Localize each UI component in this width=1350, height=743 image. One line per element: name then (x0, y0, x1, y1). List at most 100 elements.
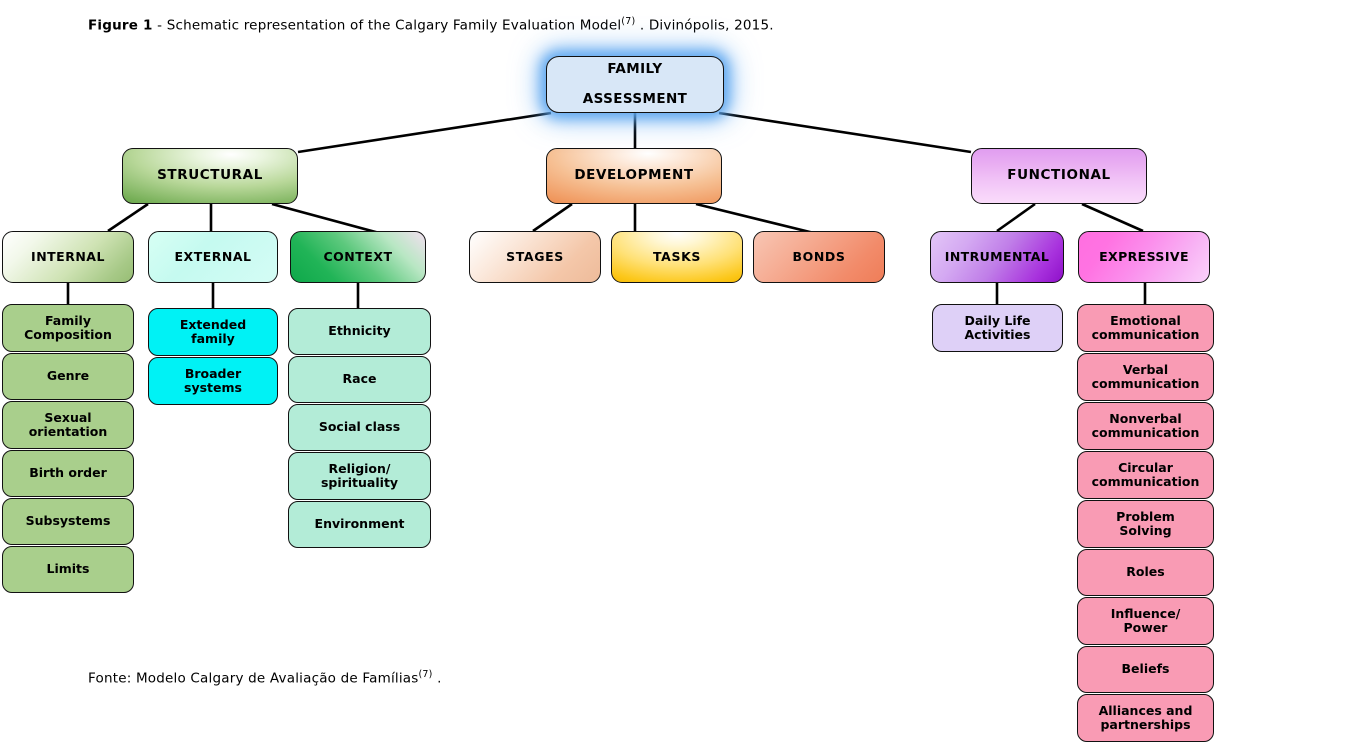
leaf-label-line2: communication (1091, 376, 1200, 391)
leaf-label-line1: Genre (46, 368, 90, 384)
leaf-label-line1: Religion/ (328, 460, 391, 476)
figure-caption: Figure 1 - Schematic representation of t… (88, 16, 774, 34)
leaf-label-line1: Subsystems (25, 513, 111, 529)
leaf-internal-1[interactable]: Genre (2, 353, 134, 400)
node-external[interactable]: EXTERNAL (148, 231, 278, 283)
node-expressive-label: EXPRESSIVE (1099, 249, 1189, 264)
leaf-label-line1: Limits (46, 561, 90, 577)
leaf-expressive-5[interactable]: Roles (1077, 549, 1214, 596)
node-development-label: DEVELOPMENT (574, 167, 694, 184)
leaf-label-line2: partnerships (1100, 717, 1191, 732)
leaf-column-external: Extended family Broader systems (148, 308, 278, 406)
leaf-label-line1: Ethnicity (328, 323, 391, 339)
leaf-label-line1: Alliances and (1098, 702, 1193, 718)
source-tail: . (432, 670, 442, 687)
connector-functional-to-intrumental (996, 202, 1036, 233)
connector-structural-to-context (271, 202, 384, 236)
leaf-label-line1: Beliefs (1121, 661, 1170, 677)
leaf-label-line1: Family (45, 312, 91, 328)
node-context-label: CONTEXT (323, 249, 393, 264)
leaf-label-line1: Problem (1116, 508, 1175, 524)
node-expressive[interactable]: EXPRESSIVE (1078, 231, 1210, 283)
node-structural[interactable]: STRUCTURAL (122, 148, 298, 204)
leaf-internal-4[interactable]: Subsystems (2, 498, 134, 545)
leaf-expressive-0[interactable]: Emotional communication (1077, 304, 1214, 352)
leaf-label-line2: communication (1091, 425, 1200, 440)
node-stages[interactable]: STAGES (469, 231, 601, 283)
leaf-label-line1: Influence/ (1110, 605, 1181, 621)
figure-caption-reference: (7) (621, 16, 636, 27)
leaf-label-line2: Solving (1119, 523, 1172, 538)
connector-development-to-stages (532, 202, 573, 233)
node-functional[interactable]: FUNCTIONAL (971, 148, 1147, 204)
source-reference: (7) (418, 669, 433, 680)
source-text: Fonte: Modelo Calgary de Avaliação de Fa… (88, 670, 419, 687)
leaf-column-expressive: Emotional communication Verbal communicatio… (1077, 304, 1214, 743)
leaf-label-line1: Broader (184, 365, 242, 381)
leaf-context-2[interactable]: Social class (288, 404, 431, 451)
node-context[interactable]: CONTEXT (290, 231, 426, 283)
leaf-label-line1: Environment (314, 516, 405, 532)
leaf-label-line1: Social class (318, 419, 401, 435)
leaf-label-line2: systems (184, 380, 242, 395)
node-tasks-label: TASKS (653, 249, 701, 264)
leaf-column-intrumental: Daily Life Activities (932, 304, 1063, 353)
leaf-label-line1: Race (342, 371, 377, 387)
leaf-internal-5[interactable]: Limits (2, 546, 134, 593)
node-functional-label: FUNCTIONAL (1007, 167, 1111, 184)
leaf-external-0[interactable]: Extended family (148, 308, 278, 356)
leaf-label-line1: Circular (1118, 459, 1173, 475)
leaf-label-line1: Nonverbal (1109, 410, 1182, 426)
node-intrumental-label: INTRUMENTAL (944, 249, 1050, 264)
leaf-label-line1: Daily Life (964, 312, 1031, 328)
leaf-internal-0[interactable]: Family Composition (2, 304, 134, 352)
leaf-label-line2: Composition (24, 327, 112, 342)
figure-caption-text: - Schematic representation of the Calgar… (152, 17, 622, 34)
leaf-expressive-8[interactable]: Alliances and partnerships (1077, 694, 1214, 742)
leaf-context-4[interactable]: Environment (288, 501, 431, 548)
source-caption: Fonte: Modelo Calgary de Avaliação de Fa… (88, 669, 442, 687)
node-internal[interactable]: INTERNAL (2, 231, 134, 283)
leaf-expressive-3[interactable]: Circular communication (1077, 451, 1214, 499)
leaf-expressive-2[interactable]: Nonverbal communication (1077, 402, 1214, 450)
leaf-context-1[interactable]: Race (288, 356, 431, 403)
figure-label: Figure 1 (88, 17, 153, 34)
node-development[interactable]: DEVELOPMENT (546, 148, 722, 204)
leaf-label-line2: Activities (964, 327, 1031, 342)
diagram-canvas: Figure 1 - Schematic representation of t… (0, 0, 1350, 742)
leaf-label-line1: Sexual (44, 409, 92, 425)
leaf-column-internal: Family Composition Genre Sexual orientation B… (2, 304, 134, 594)
leaf-internal-3[interactable]: Birth order (2, 450, 134, 497)
leaf-context-0[interactable]: Ethnicity (288, 308, 431, 355)
node-stages-label: STAGES (506, 249, 564, 264)
node-family-assessment[interactable]: FAMILY ASSESSMENT (546, 56, 724, 113)
node-family-assessment-line1: FAMILY (607, 60, 663, 77)
node-structural-label: STRUCTURAL (157, 167, 263, 184)
node-tasks[interactable]: TASKS (611, 231, 743, 283)
leaf-expressive-7[interactable]: Beliefs (1077, 646, 1214, 693)
leaf-intrumental-0[interactable]: Daily Life Activities (932, 304, 1063, 352)
connector-root-to-functional (718, 111, 972, 154)
leaf-external-1[interactable]: Broader systems (148, 357, 278, 405)
leaf-internal-2[interactable]: Sexual orientation (2, 401, 134, 449)
leaf-label-line2: spirituality (320, 475, 399, 490)
leaf-label-line1: Extended (179, 316, 247, 332)
leaf-label-line2: communication (1091, 327, 1200, 342)
leaf-label-line2: Power (1123, 620, 1168, 635)
leaf-expressive-6[interactable]: Influence/Power (1077, 597, 1214, 645)
node-external-label: EXTERNAL (174, 249, 252, 264)
connector-development-to-bonds (695, 202, 819, 236)
node-bonds[interactable]: BONDS (753, 231, 885, 283)
node-family-assessment-line2: ASSESSMENT (582, 91, 688, 108)
connector-functional-to-expressive (1081, 202, 1144, 233)
connector-root-to-structural (297, 111, 552, 154)
node-intrumental[interactable]: INTRUMENTAL (930, 231, 1064, 283)
leaf-context-3[interactable]: Religion/spirituality (288, 452, 431, 500)
leaf-label-line2: communication (1091, 474, 1200, 489)
leaf-expressive-4[interactable]: Problem Solving (1077, 500, 1214, 548)
leaf-label-line1: Emotional (1110, 312, 1181, 328)
node-bonds-label: BONDS (792, 249, 846, 264)
figure-caption-tail: . Divinópolis, 2015. (635, 17, 774, 34)
leaf-expressive-1[interactable]: Verbal communication (1077, 353, 1214, 401)
leaf-column-context: Ethnicity Race Social class Religion/spirit… (288, 308, 431, 549)
